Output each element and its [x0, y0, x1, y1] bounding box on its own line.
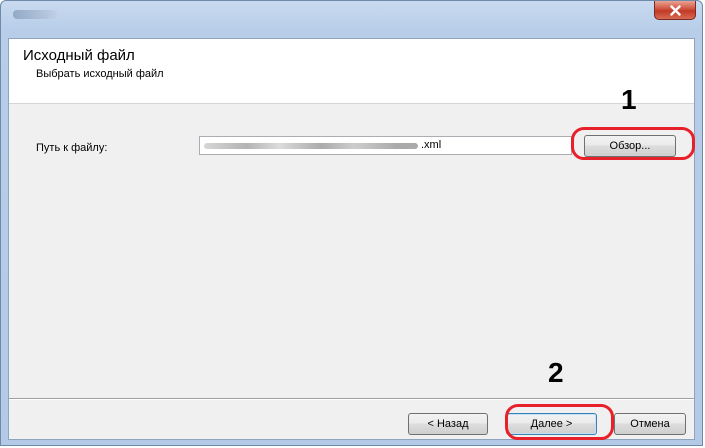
title-bar[interactable]	[1, 1, 702, 37]
file-path-field[interactable]: .xml	[199, 136, 572, 155]
wizard-client-area: Исходный файл Выбрать исходный файл Путь…	[8, 38, 695, 440]
page-title: Исходный файл	[23, 47, 135, 64]
step-2-callout: 2	[548, 357, 564, 388]
step-1-callout: 1	[621, 84, 637, 115]
wizard-window: Исходный файл Выбрать исходный файл Путь…	[0, 0, 703, 446]
browse-button[interactable]: Обзор...	[584, 135, 676, 157]
next-button[interactable]: Далее >	[506, 413, 597, 435]
cancel-button[interactable]: Отмена	[614, 413, 686, 435]
file-path-redacted	[204, 143, 418, 149]
back-button[interactable]: < Назад	[408, 413, 488, 435]
wizard-header: Исходный файл Выбрать исходный файл	[9, 39, 694, 104]
footer-divider	[9, 398, 694, 400]
close-icon	[669, 4, 681, 16]
close-button[interactable]	[654, 1, 696, 20]
file-path-label: Путь к файлу:	[36, 142, 108, 154]
file-path-extension: .xml	[421, 139, 442, 151]
window-title-redacted	[13, 10, 57, 19]
page-subtitle: Выбрать исходный файл	[36, 68, 164, 80]
